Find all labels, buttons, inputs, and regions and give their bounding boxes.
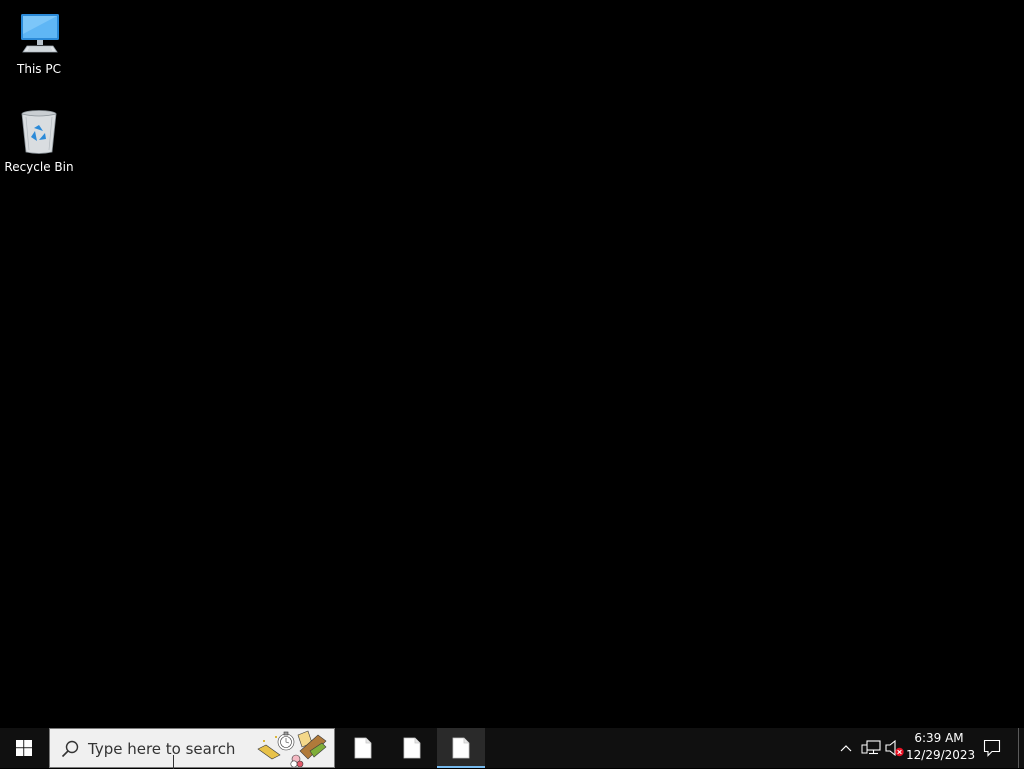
desktop[interactable]: This PC Recycle Bin — [0, 0, 1024, 728]
file-icon — [452, 737, 470, 759]
taskbar-button-file-1[interactable] — [339, 728, 387, 768]
taskbar-button-file-2[interactable] — [388, 728, 436, 768]
search-highlight-icon — [257, 730, 327, 767]
network-icon — [861, 740, 881, 755]
taskbar: Type here to search 6:39 AM 12/29/2023 — [0, 728, 1024, 769]
action-center-button[interactable] — [977, 728, 1007, 768]
show-hidden-icons-button[interactable] — [836, 738, 856, 758]
taskbar-button-file-3[interactable] — [437, 728, 485, 768]
file-icon — [354, 737, 372, 759]
desktop-icon-recycle-bin[interactable]: Recycle Bin — [1, 108, 77, 175]
search-placeholder: Type here to search — [88, 740, 236, 758]
file-icon — [403, 737, 421, 759]
search-box[interactable]: Type here to search — [49, 728, 335, 769]
start-button[interactable] — [0, 728, 48, 768]
recycle-bin-icon — [21, 110, 57, 154]
volume-muted-icon — [885, 739, 904, 757]
search-icon — [61, 740, 79, 758]
windows-logo-icon — [16, 740, 32, 756]
desktop-icon-label: Recycle Bin — [4, 160, 74, 174]
network-tray-button[interactable] — [860, 738, 882, 758]
show-desktop-button[interactable] — [1018, 728, 1024, 768]
desktop-icon-this-pc[interactable]: This PC — [1, 10, 77, 77]
desktop-icon-label: This PC — [17, 62, 61, 76]
taskbar-clock[interactable]: 6:39 AM 12/29/2023 — [906, 730, 976, 766]
volume-tray-button[interactable] — [884, 738, 906, 758]
text-cursor — [173, 755, 174, 769]
clock-date: 12/29/2023 — [906, 748, 976, 762]
chevron-up-icon — [840, 745, 852, 752]
this-pc-icon — [21, 14, 59, 53]
action-center-icon — [983, 739, 1001, 757]
clock-time: 6:39 AM — [914, 731, 964, 745]
